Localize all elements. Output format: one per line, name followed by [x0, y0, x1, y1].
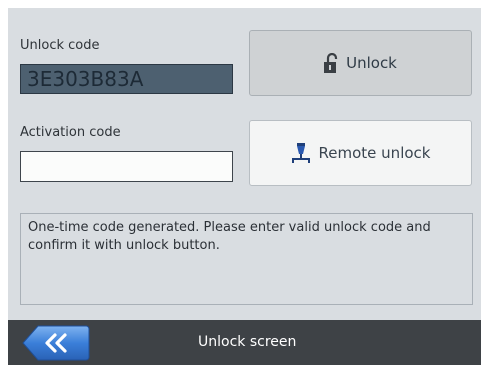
back-button[interactable] — [22, 325, 90, 361]
unlock-code-display: 3E303B83A — [20, 64, 233, 94]
double-chevron-left-icon — [22, 325, 90, 361]
network-icon — [291, 143, 311, 163]
activation-code-label: Activation code — [20, 125, 121, 140]
lock-open-icon — [324, 53, 338, 73]
unlock-button-label: Unlock — [346, 54, 397, 72]
status-message: One-time code generated. Please enter va… — [20, 213, 473, 305]
unlock-code-label: Unlock code — [20, 38, 100, 53]
footer-bar: Unlock screen — [8, 320, 481, 365]
remote-unlock-button[interactable]: Remote unlock — [249, 120, 472, 186]
unlock-screen: Unlock code 3E303B83A Activation code Un… — [8, 8, 481, 320]
screen-title: Unlock screen — [198, 334, 297, 350]
remote-unlock-label: Remote unlock — [318, 144, 431, 162]
activation-code-input[interactable] — [20, 151, 233, 182]
unlock-button[interactable]: Unlock — [249, 30, 472, 96]
